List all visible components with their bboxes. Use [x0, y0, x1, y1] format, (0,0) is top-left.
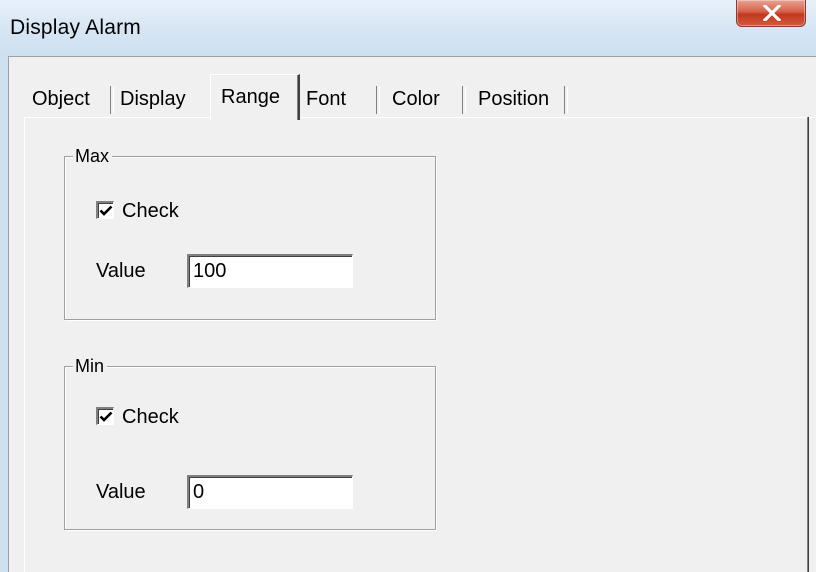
max-groupbox: Max	[64, 145, 436, 320]
tab-font[interactable]: Font	[300, 82, 380, 118]
min-check-label: Check	[122, 406, 179, 428]
checkmark-icon	[99, 411, 113, 422]
tab-object[interactable]: Object	[26, 82, 114, 118]
max-check-checkbox[interactable]	[96, 201, 114, 219]
min-check-row[interactable]: Check	[96, 405, 216, 429]
min-group-caption: Min	[73, 355, 108, 377]
max-group-caption: Max	[73, 145, 113, 167]
checkmark-icon	[99, 205, 113, 216]
close-button[interactable]	[736, 0, 806, 27]
tab-position[interactable]: Position	[466, 82, 568, 118]
max-value-input[interactable]: 100	[187, 254, 353, 288]
min-check-checkbox[interactable]	[96, 407, 114, 425]
tab-panel-border	[807, 117, 809, 572]
tab-font-label: Font	[306, 88, 347, 110]
tab-position-label: Position	[478, 88, 550, 110]
tab-display-label: Display	[120, 88, 186, 110]
max-value-label: Value	[96, 260, 146, 282]
window-title: Display Alarm	[10, 16, 141, 39]
tab-separator	[564, 86, 568, 114]
min-value-label: Value	[96, 481, 146, 503]
dialog-window: Display Alarm Object Display Range Font …	[0, 0, 816, 572]
max-check-row[interactable]: Check	[96, 199, 216, 223]
tab-color[interactable]: Color	[380, 82, 466, 118]
tab-display[interactable]: Display	[114, 82, 210, 118]
close-icon	[763, 5, 781, 21]
min-value-input[interactable]: 0	[187, 475, 353, 509]
tab-color-label: Color	[392, 88, 440, 110]
title-bar[interactable]: Display Alarm	[0, 0, 816, 56]
tab-range-label: Range	[221, 86, 280, 108]
tab-range[interactable]: Range	[210, 74, 300, 120]
tab-object-label: Object	[32, 88, 90, 110]
max-check-label: Check	[122, 200, 179, 222]
